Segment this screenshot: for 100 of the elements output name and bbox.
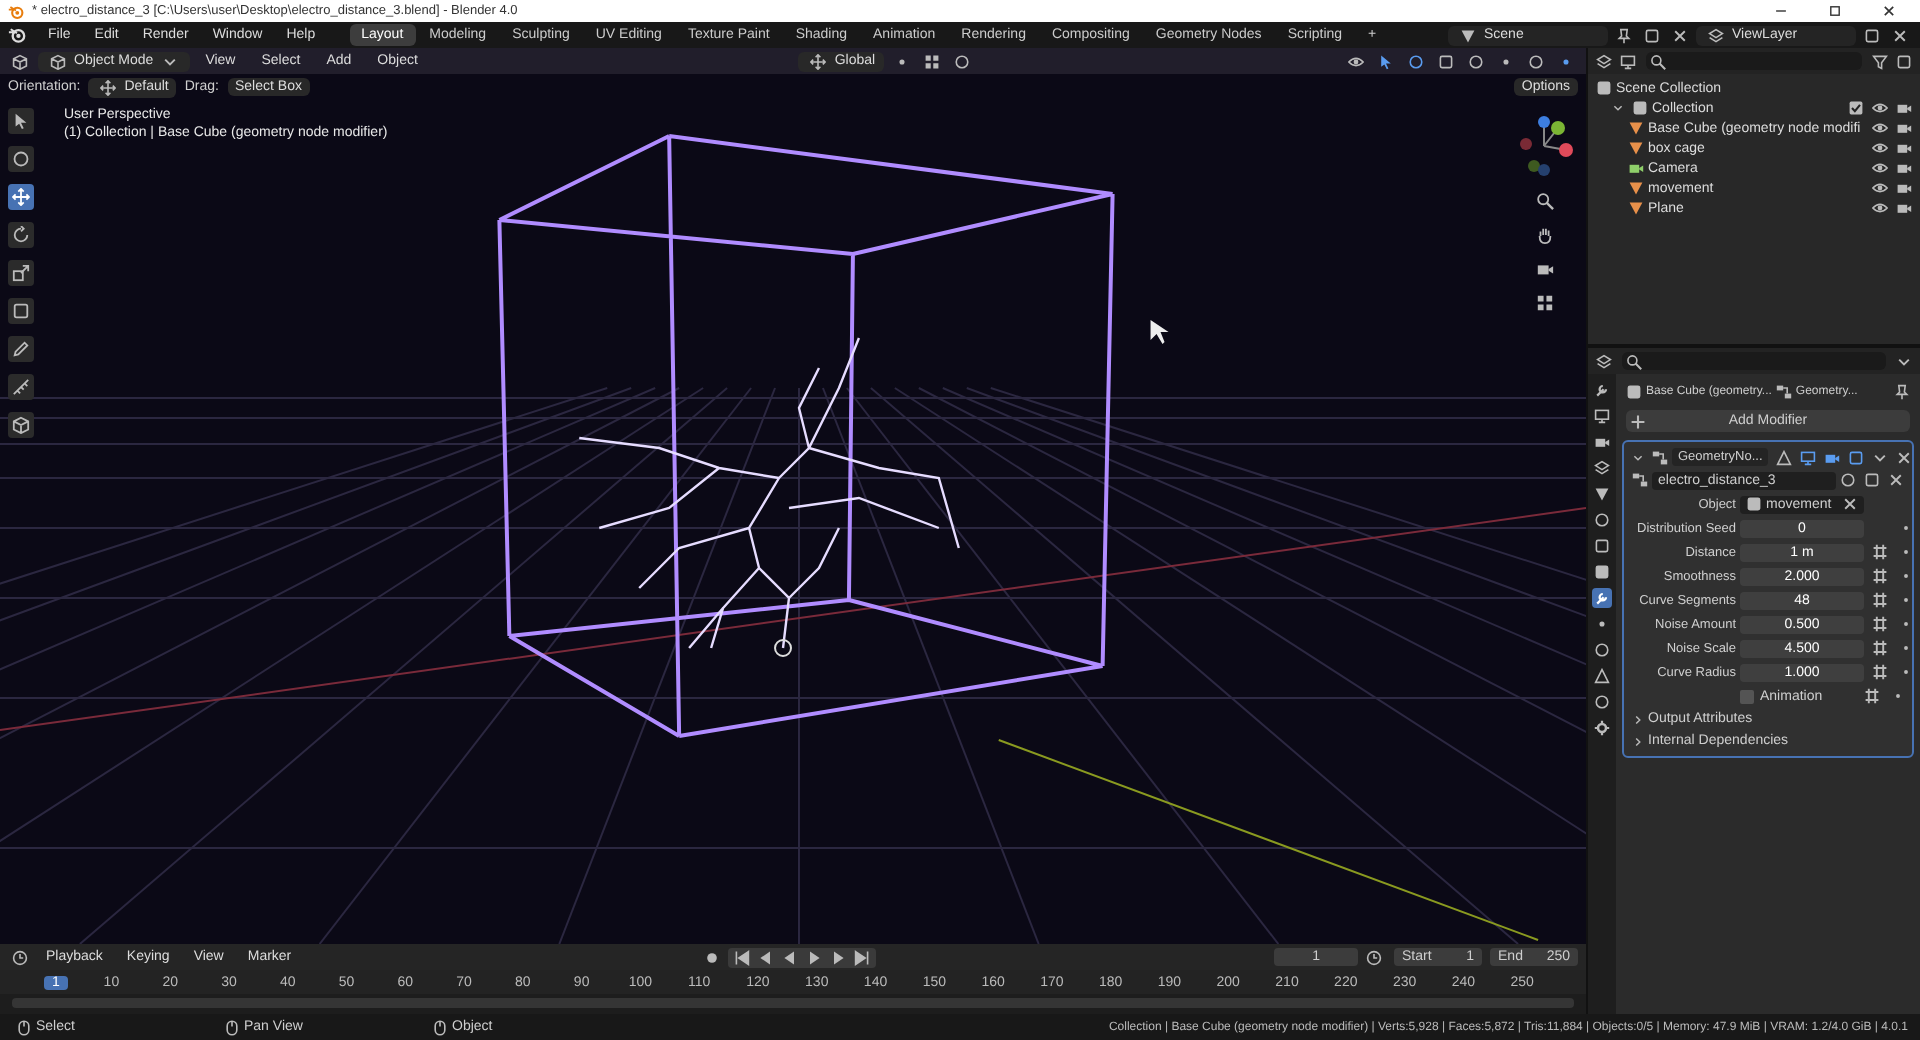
outliner-icon[interactable] [1596,53,1612,69]
node-tree-icon[interactable] [1632,472,1648,488]
keyframe-dot-icon[interactable] [1900,618,1912,630]
filter-icon[interactable] [1872,53,1888,69]
keyframe-dot-icon[interactable] [1892,690,1904,702]
eye-icon[interactable] [1872,180,1888,196]
monitor-icon[interactable] [1592,406,1612,426]
chevron-icon [161,53,178,69]
square-icon [1746,496,1762,512]
camera-icon[interactable] [1896,180,1912,196]
chevron-icon[interactable] [1872,449,1889,465]
collection-box-icon [1596,80,1612,96]
socket-toggle-icon[interactable] [1872,592,1888,608]
keyframe-dot-icon[interactable] [1900,666,1912,678]
clock-icon[interactable] [12,949,28,965]
camera-icon[interactable] [1896,100,1912,116]
mouse-icon [224,1019,240,1035]
axes-icon [810,53,827,69]
hand-icon[interactable] [1535,226,1553,244]
eye-icon[interactable] [1872,160,1888,176]
timeline-track[interactable] [12,998,1574,1008]
display-mode-icon[interactable] [1620,53,1636,69]
snap-icon[interactable] [923,53,940,69]
axis-gizmo[interactable] [1514,116,1574,176]
gizmo-icon[interactable] [1378,53,1395,69]
measure-icon[interactable] [8,374,34,400]
minimize-icon[interactable] [1774,4,1788,18]
zoom-icon[interactable] [1535,192,1553,210]
keyframe-dot-icon[interactable] [1900,642,1912,654]
play-reverse-icon[interactable] [781,949,798,965]
axes-icon [100,79,117,95]
step-forward-icon[interactable] [829,949,846,965]
socket-toggle-icon[interactable] [1872,640,1888,656]
layers-icon[interactable] [1592,458,1612,478]
camera-icon[interactable] [1896,140,1912,156]
nodes-icon [1652,449,1668,465]
maximize-icon[interactable] [1828,4,1842,18]
camera-icon[interactable] [1896,200,1912,216]
triangle-icon[interactable] [1592,666,1612,686]
rotate-icon[interactable] [8,222,34,248]
editor-type-icon[interactable] [12,53,28,69]
camera-icon[interactable] [1896,160,1912,176]
add-cube-icon[interactable] [8,412,34,438]
sphere-icon[interactable] [1592,692,1612,712]
close-icon[interactable] [1882,4,1896,18]
camera-icon[interactable] [1896,120,1912,136]
clear-icon[interactable] [1842,496,1858,512]
keyframe-dot-icon[interactable] [1900,546,1912,558]
keyframe-dot-icon[interactable] [1900,522,1912,534]
search-field[interactable] [1622,352,1886,370]
camera-icon[interactable] [1535,260,1553,278]
checkbox[interactable] [1740,689,1754,703]
close-icon[interactable] [1672,27,1688,43]
annotate-icon[interactable] [8,336,34,362]
viewport-icon[interactable] [1800,449,1817,465]
eye-icon[interactable] [1872,200,1888,216]
jump-start-icon[interactable] [733,949,750,965]
scale-icon[interactable] [8,260,34,286]
blender-logo-icon[interactable] [8,26,26,44]
checkbox-icon[interactable] [1848,100,1864,116]
play-icon[interactable] [805,949,822,965]
chevron-icon[interactable] [1896,353,1912,369]
x-icon[interactable] [1896,449,1913,465]
socket-toggle-icon[interactable] [1872,544,1888,560]
square-icon[interactable] [1592,562,1612,582]
eye-icon[interactable] [1872,120,1888,136]
close-icon[interactable] [1892,27,1908,43]
socket-toggle-icon[interactable] [1872,616,1888,632]
edit-mode-icon[interactable] [1776,449,1793,465]
properties-icon[interactable] [1596,353,1612,369]
socket-toggle-icon[interactable] [1872,568,1888,584]
circle-icon[interactable] [1592,640,1612,660]
jump-end-icon[interactable] [853,949,870,965]
blender-logo-icon [8,3,24,19]
pin-icon[interactable] [1894,383,1910,399]
socket-toggle-icon[interactable] [1872,664,1888,680]
keyframe-dot-icon[interactable] [1900,570,1912,582]
box-icon[interactable] [1592,536,1612,556]
pin-icon[interactable] [1616,27,1632,43]
record-icon[interactable] [703,949,720,965]
mouse-pointer-icon [1150,320,1169,344]
keyframe-dot-icon[interactable] [1900,594,1912,606]
wrench-icon[interactable] [1592,588,1612,608]
eye-icon[interactable] [1872,100,1888,116]
search-field[interactable] [1646,52,1862,70]
visibility-icon[interactable] [1348,53,1365,69]
grid-icon[interactable] [1535,294,1553,312]
clock-icon[interactable] [1366,949,1383,965]
step-back-icon[interactable] [757,949,774,965]
cone-icon[interactable] [1592,484,1612,504]
socket-toggle-icon[interactable] [1864,688,1880,704]
select-cursor-icon[interactable] [8,108,34,134]
sphere-icon[interactable] [1592,510,1612,530]
gear-icon[interactable] [1592,718,1612,738]
close-icon[interactable] [1888,472,1904,488]
render-icon[interactable] [1824,449,1841,465]
move-icon[interactable] [8,184,34,210]
cage-icon[interactable] [1848,449,1865,465]
wrench-icon[interactable] [1592,380,1612,400]
eye-icon[interactable] [1872,140,1888,156]
